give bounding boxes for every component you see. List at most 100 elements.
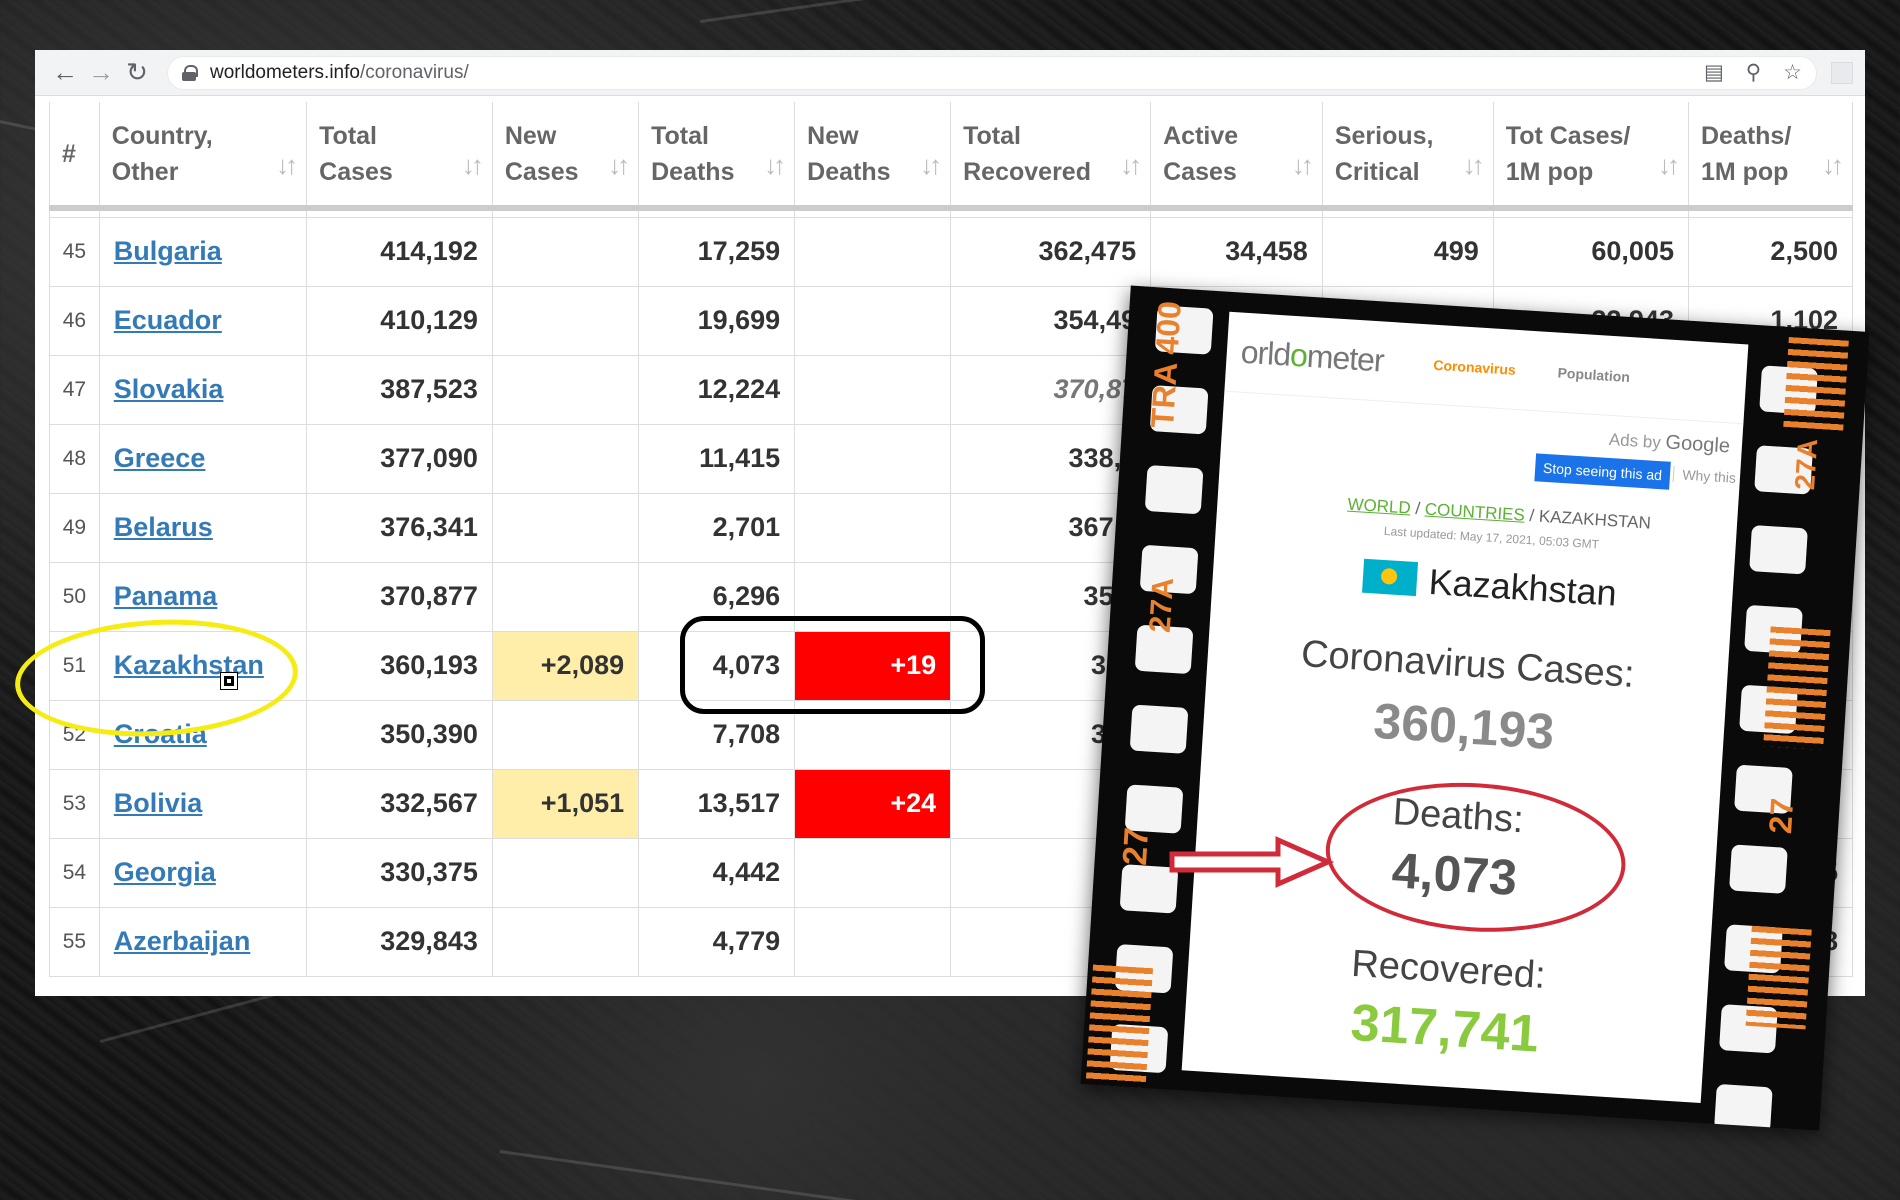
cell-country: Slovakia (98, 354, 308, 425)
header-line: Deaths (651, 157, 735, 186)
column-header[interactable]: New Deaths ↓↑ (794, 102, 952, 211)
cell-cases-1m: 60,005 (1492, 216, 1689, 287)
mouse-cursor-icon (220, 672, 238, 690)
country-title: Kazakhstan (1427, 560, 1618, 614)
cell-country: Bolivia (98, 768, 308, 839)
header-line: 1M pop (1505, 157, 1594, 186)
country-link[interactable]: Panama (114, 581, 218, 611)
marble-vein (499, 1150, 996, 1200)
sort-icon[interactable]: ↓↑ (608, 147, 630, 183)
header-line: Serious, (1334, 121, 1434, 150)
stop-ad-button[interactable]: Stop seeing this ad (1534, 453, 1671, 490)
cell-total-cases: 414,192 (306, 216, 493, 287)
crumb-countries-link[interactable]: COUNTRIES (1424, 499, 1525, 524)
header-line: Total (651, 121, 709, 150)
forward-arrow-icon[interactable]: → (83, 55, 119, 91)
extension-icon[interactable] (1831, 61, 1853, 84)
column-header[interactable]: Tot Cases/1M pop ↓↑ (1492, 102, 1689, 211)
back-arrow-icon[interactable]: ← (47, 55, 83, 91)
cell-total-deaths: 12,224 (638, 354, 796, 425)
cell-total-cases: 350,390 (306, 699, 493, 770)
column-header[interactable]: Total Recovered ↓↑ (950, 102, 1152, 211)
country-link[interactable]: Bulgaria (114, 236, 222, 266)
spacer-cell (950, 208, 1152, 218)
sort-icon[interactable]: ↓↑ (764, 147, 786, 183)
cell-new-cases (491, 285, 640, 356)
country-link[interactable]: Azerbaijan (114, 926, 251, 956)
country-link[interactable]: Belarus (114, 512, 213, 542)
column-header[interactable]: New Cases ↓↑ (491, 102, 640, 211)
header-line: Total (963, 121, 1021, 150)
cell-new-cases (491, 423, 640, 494)
cell-new-deaths (794, 354, 952, 425)
column-header[interactable]: Deaths/1M pop ↓↑ (1687, 102, 1854, 211)
film-sprocket-hole (1124, 784, 1184, 834)
header-line: Country, (111, 121, 213, 150)
column-header[interactable]: Country, Other ↓↑ (98, 102, 308, 211)
cell-country: Bulgaria (98, 216, 308, 287)
sort-icon[interactable]: ↓↑ (1463, 147, 1485, 183)
spacer-cell (306, 208, 493, 218)
column-header[interactable]: Total Deaths ↓↑ (638, 102, 796, 211)
film-label: 27A (1143, 576, 1181, 634)
cell-serious: 499 (1321, 216, 1494, 287)
sort-icon[interactable]: ↓↑ (920, 147, 942, 183)
nav-population[interactable]: Population (1557, 364, 1630, 385)
sort-icon[interactable]: ↓↑ (1822, 147, 1844, 183)
column-header[interactable]: Active Cases ↓↑ (1150, 102, 1323, 211)
cell-num: 45 (49, 216, 100, 287)
sort-icon[interactable]: ↓↑ (1292, 147, 1314, 183)
country-link[interactable]: Slovakia (114, 374, 224, 404)
cell-num: 50 (49, 561, 100, 632)
film-edge-marks (1783, 336, 1849, 431)
sort-icon[interactable]: ↓↑ (1120, 147, 1142, 183)
crumb-world-link[interactable]: WORLD (1347, 495, 1411, 518)
cell-recovered: 354,49 (950, 285, 1152, 356)
why-this-ad-link[interactable]: Why this (1672, 466, 1737, 486)
cell-total-deaths: 11,415 (638, 423, 796, 494)
cell-new-cases (491, 837, 640, 908)
country-link[interactable]: Georgia (114, 857, 216, 887)
column-header[interactable]: Serious, Critical ↓↑ (1321, 102, 1494, 211)
cell-country: Azerbaijan (98, 906, 308, 977)
sort-icon[interactable]: ↓↑ (276, 147, 298, 183)
header-line: Recovered (963, 157, 1091, 186)
star-icon[interactable]: ☆ (1783, 60, 1802, 85)
cell-country: Ecuador (98, 285, 308, 356)
cell-total-cases: 377,090 (306, 423, 493, 494)
header-line: Critical (1334, 157, 1420, 186)
country-link[interactable]: Ecuador (114, 305, 222, 335)
country-link[interactable]: Greece (114, 443, 206, 473)
cell-num: 54 (49, 837, 100, 908)
cell-total-cases: 370,877 (306, 561, 493, 632)
translate-icon[interactable]: ▤ (1704, 60, 1724, 85)
cell-new-cases: +2,089 (491, 630, 640, 701)
spacer-cell (1687, 208, 1854, 218)
cell-recovered: 362,475 (950, 216, 1152, 287)
spacer-cell (1492, 208, 1689, 218)
column-header[interactable]: Total Cases ↓↑ (306, 102, 493, 211)
cell-new-deaths (794, 492, 952, 563)
film-edge-marks (1085, 964, 1154, 1089)
cell-new-cases (491, 354, 640, 425)
ads-label: Ads by Google (1608, 429, 1731, 458)
url-text: worldometers.info/coronavirus/ (210, 61, 469, 83)
cell-num: 46 (49, 285, 100, 356)
nav-coronavirus[interactable]: Coronavirus (1433, 356, 1516, 377)
cell-total-deaths: 13,517 (638, 768, 796, 839)
film-edge-marks (1745, 925, 1812, 1030)
header-line: Deaths/ (1700, 121, 1792, 150)
reload-icon[interactable]: ↻ (119, 55, 155, 91)
sort-icon[interactable]: ↓↑ (462, 147, 484, 183)
country-link[interactable]: Bolivia (114, 788, 203, 818)
header-line: Deaths (807, 157, 891, 186)
red-arrow-icon (1169, 836, 1335, 888)
sort-icon[interactable]: ↓↑ (1658, 147, 1680, 183)
column-header[interactable]: # (49, 102, 100, 211)
zoom-icon[interactable]: ⚲ (1746, 60, 1761, 85)
cell-new-cases (491, 492, 640, 563)
address-bar[interactable]: worldometers.info/coronavirus/ ▤ ⚲ ☆ (167, 55, 1817, 90)
header-line: Other (111, 157, 179, 186)
header-line: # (62, 139, 76, 168)
header-line: 1M pop (1700, 157, 1789, 186)
